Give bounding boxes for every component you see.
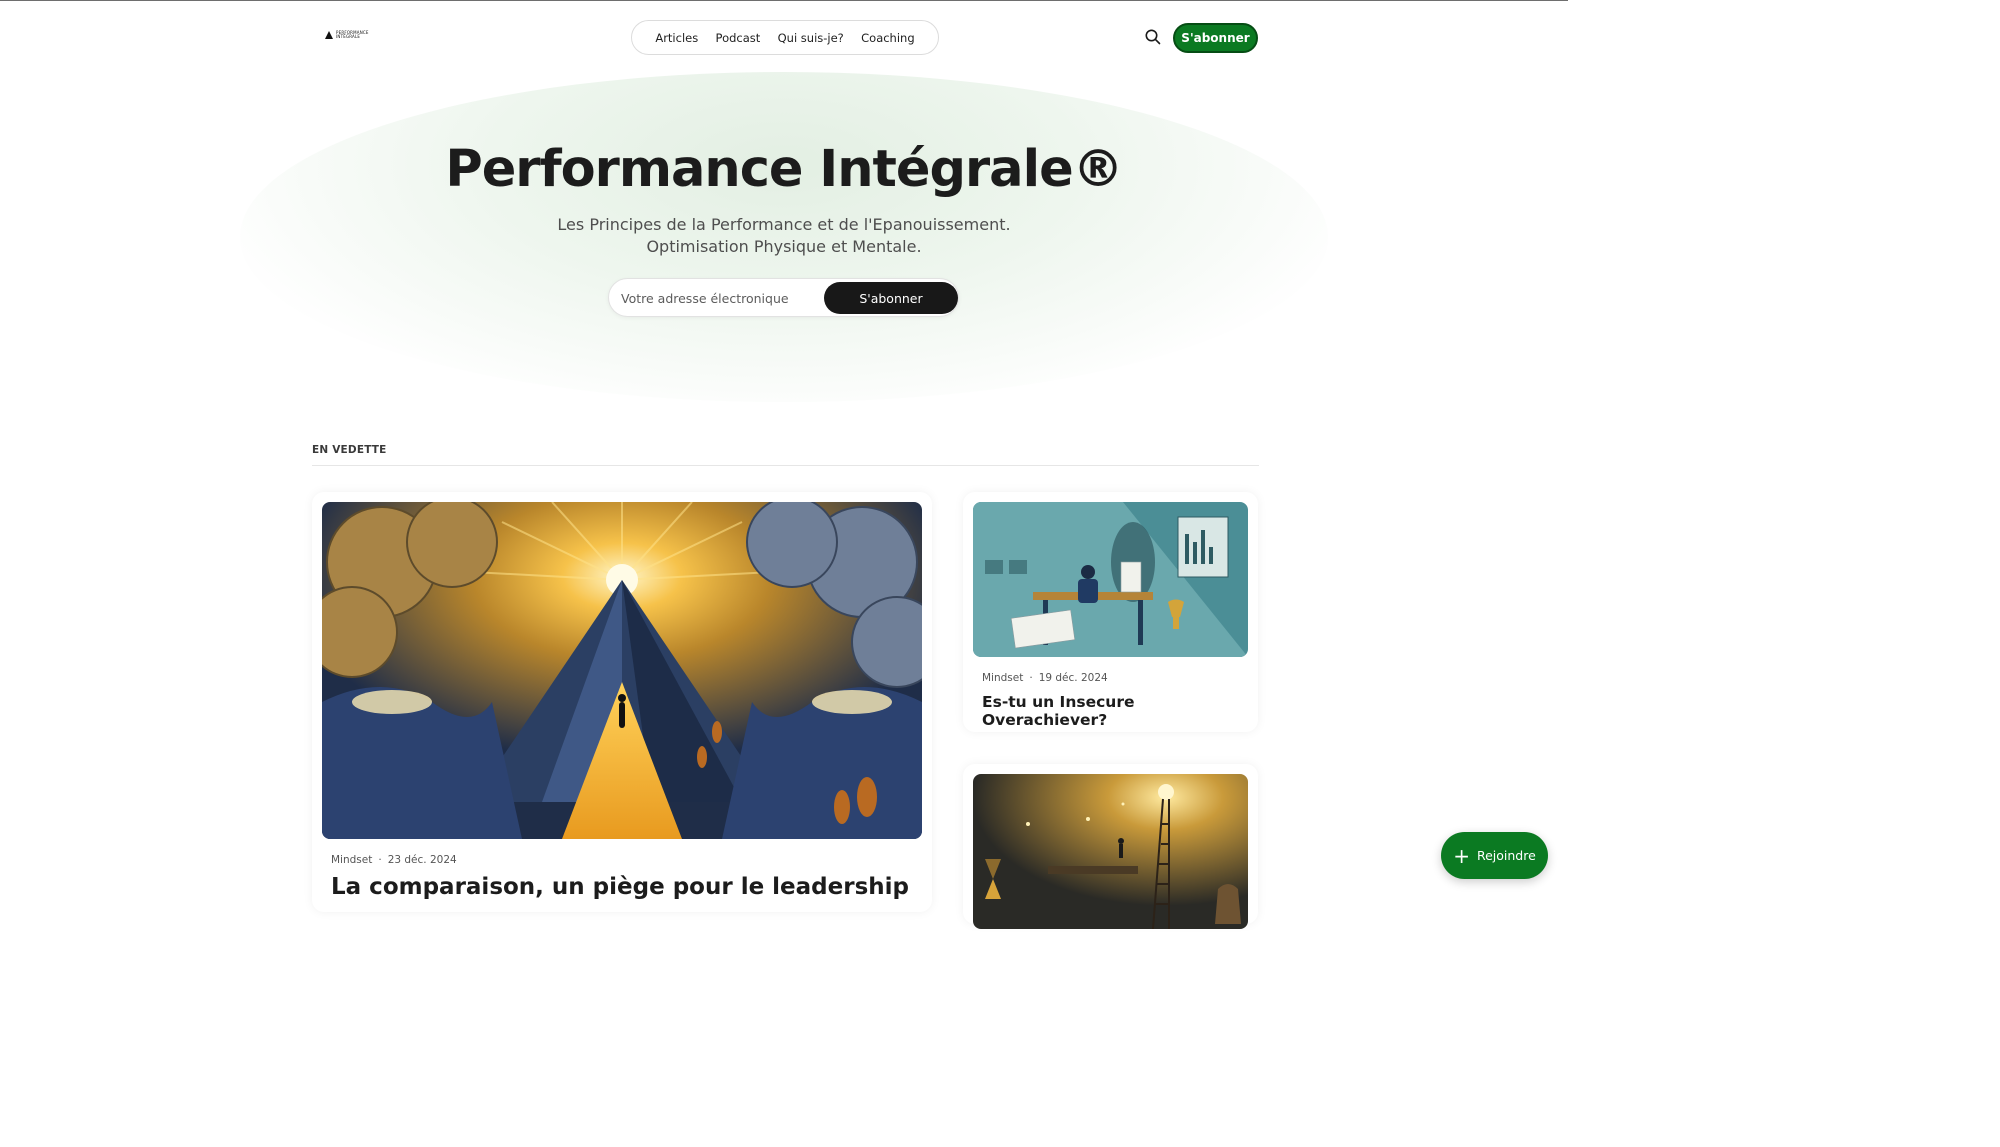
post-tag[interactable]: Mindset — [982, 672, 1023, 684]
subscribe-button[interactable]: S'abonner — [1173, 23, 1258, 53]
search-button[interactable] — [1144, 28, 1162, 46]
nav-item-articles[interactable]: Articles — [655, 31, 698, 45]
hero-title: Performance Intégrale® — [445, 140, 1123, 199]
signup-submit-button[interactable]: S'abonner — [824, 282, 958, 314]
post-title[interactable]: La comparaison, un piège pour le leaders… — [331, 874, 909, 900]
search-icon — [1145, 29, 1161, 45]
join-button[interactable]: + Rejoindre — [1441, 832, 1548, 879]
plus-icon: + — [1453, 843, 1470, 868]
section-divider — [312, 465, 1259, 466]
logo-text: PERFORMANCE INTÉGRALE — [336, 30, 369, 39]
site-header: PERFORMANCE INTÉGRALE Articles Podcast Q… — [0, 1, 1568, 72]
nav-item-podcast[interactable]: Podcast — [716, 31, 761, 45]
side-post-card[interactable]: Mindset · 19 déc. 2024 Es-tu un Insecure… — [963, 492, 1258, 732]
site-logo[interactable]: PERFORMANCE INTÉGRALE — [325, 30, 369, 39]
meta-separator: · — [1029, 672, 1033, 684]
side-post-image — [973, 774, 1248, 929]
meta-separator: · — [378, 854, 382, 866]
join-label: Rejoindre — [1476, 848, 1536, 863]
post-date: 23 déc. 2024 — [387, 854, 457, 866]
side-post-card[interactable] — [963, 764, 1258, 929]
hero-subtitle: Les Principes de la Performance et de l'… — [557, 215, 1011, 256]
nav-item-qui-suis-je[interactable]: Qui suis-je? — [778, 31, 844, 45]
post-date: 19 déc. 2024 — [1038, 672, 1108, 684]
post-tag[interactable]: Mindset — [331, 854, 372, 866]
post-meta: Mindset · 23 déc. 2024 — [331, 854, 457, 866]
post-meta: Mindset · 19 déc. 2024 — [982, 672, 1108, 684]
main-nav: Articles Podcast Qui suis-je? Coaching — [631, 20, 939, 55]
featured-post-image — [322, 502, 922, 839]
signup-form: S'abonner — [608, 278, 959, 317]
post-title[interactable]: Es-tu un Insecure Overachiever? — [982, 693, 1258, 729]
featured-section-label: EN VEDETTE — [312, 444, 387, 456]
featured-post-card[interactable]: Mindset · 23 déc. 2024 La comparaison, u… — [312, 492, 932, 912]
nav-item-coaching[interactable]: Coaching — [861, 31, 915, 45]
side-post-image — [973, 502, 1248, 657]
email-input[interactable] — [621, 287, 821, 309]
logo-mark-icon — [325, 31, 333, 39]
